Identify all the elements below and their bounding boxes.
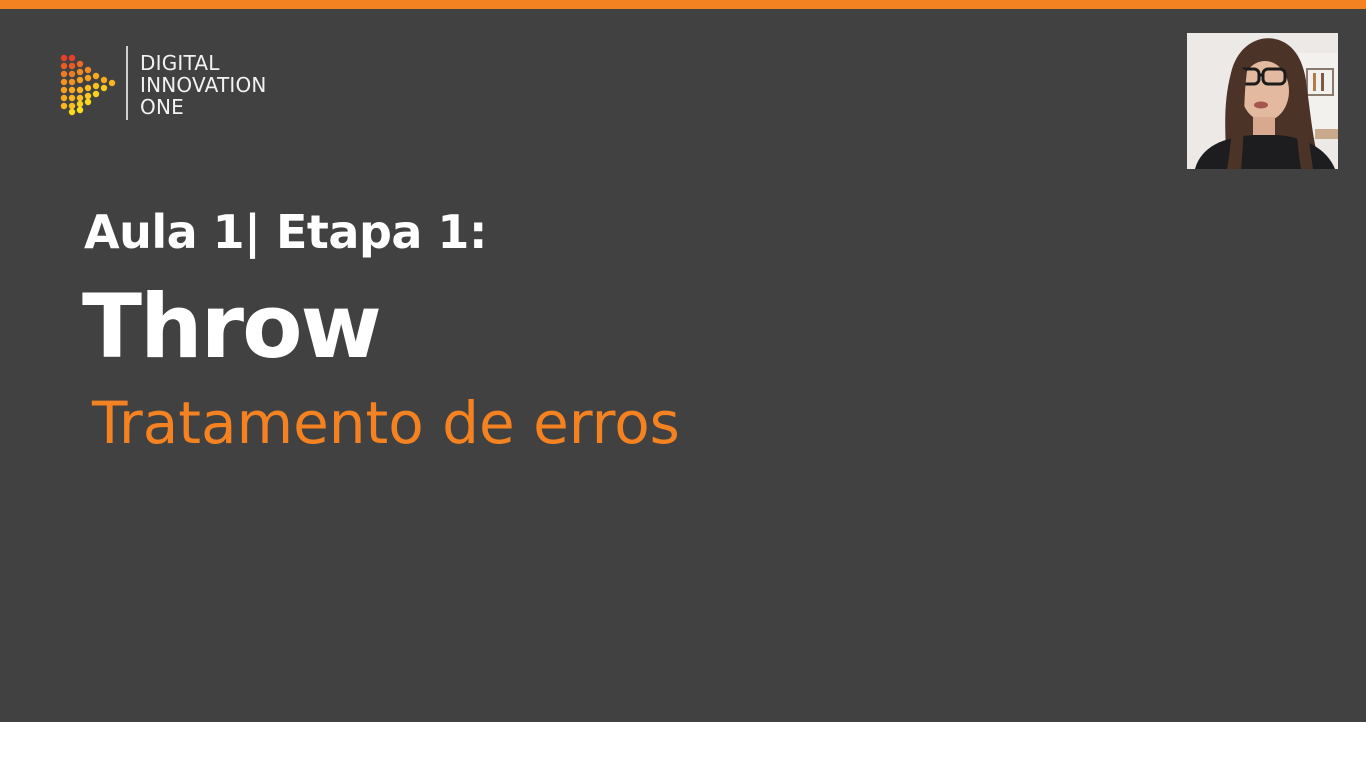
logo-line-3: ONE — [140, 95, 184, 119]
lesson-subtitle: Tratamento de erros — [92, 389, 680, 457]
presenter-video-icon — [1187, 33, 1338, 169]
logo-divider — [126, 46, 128, 120]
lesson-title: Throw — [82, 275, 382, 378]
logo-mark-icon — [60, 54, 116, 116]
logo-wordmark: DIGITAL INNOVATION ONE — [140, 52, 267, 118]
lesson-label: Aula 1| Etapa 1: — [84, 205, 487, 259]
presentation-slide: DIGITAL INNOVATION ONE Aula 1| Etapa 1: … — [0, 0, 1366, 722]
presenter-webcam-feed — [1187, 33, 1338, 169]
logo-line-1: DIGITAL — [140, 51, 220, 75]
logo-line-2: INNOVATION — [140, 73, 267, 97]
bottom-strip — [0, 722, 1366, 768]
accent-top-bar — [0, 0, 1366, 9]
digital-innovation-one-logo: DIGITAL INNOVATION ONE — [58, 46, 298, 122]
